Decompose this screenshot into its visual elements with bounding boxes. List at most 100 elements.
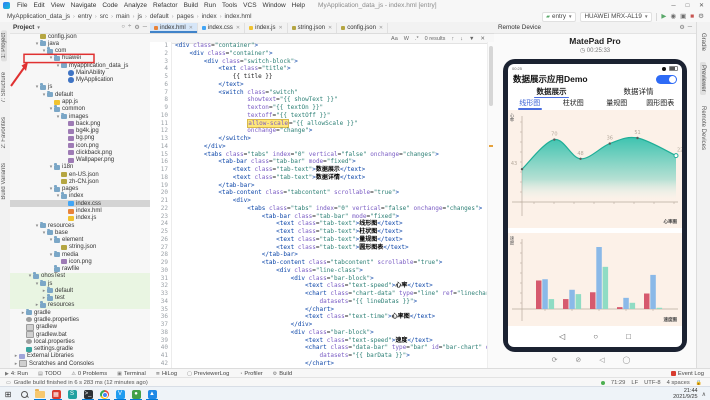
tree-item[interactable]: ▾index <box>10 193 150 200</box>
minimize-button[interactable]: ─ <box>667 1 680 11</box>
breadcrumb-segment[interactable]: MyApplication_data_js <box>6 13 71 20</box>
menu-analyze[interactable]: Analyze <box>121 2 150 9</box>
tree-item[interactable]: ▾js <box>10 84 150 91</box>
status-item[interactable]: LF <box>631 380 638 386</box>
tree-item[interactable]: ▾images <box>10 113 150 120</box>
tree-item[interactable]: ▾huawei <box>10 55 150 62</box>
breadcrumb-segment[interactable]: index <box>201 13 218 20</box>
breadcrumb-segment[interactable]: entry <box>77 13 93 20</box>
menu-code[interactable]: Code <box>99 2 121 9</box>
tree-item[interactable]: config.json <box>10 33 150 40</box>
nav-back-icon[interactable]: ◁ <box>559 332 565 341</box>
search-button[interactable] <box>16 388 32 400</box>
tree-item[interactable]: ▾java <box>10 40 150 47</box>
tree-item[interactable]: ▾default <box>10 91 150 98</box>
maximize-button[interactable]: □ <box>681 1 694 11</box>
tree-item[interactable]: ▸External Libraries <box>10 353 150 360</box>
tree-item[interactable]: index.css <box>10 200 150 207</box>
menu-view[interactable]: View <box>48 2 68 9</box>
terminal-app-icon[interactable]: >_ <box>80 388 96 400</box>
menu-help[interactable]: Help <box>289 2 308 9</box>
tree-item[interactable]: ▾pages <box>10 186 150 193</box>
tree-item[interactable]: Wallpaper.png <box>10 157 150 164</box>
find-prev-icon[interactable]: ↑ <box>450 36 455 42</box>
project-header-icon[interactable]: ─ <box>143 24 147 31</box>
editor-tab-config-json[interactable]: config.json✕ <box>337 23 388 33</box>
tree-item[interactable]: app.js <box>10 98 150 105</box>
find-option-Aa[interactable]: Aa <box>390 36 399 42</box>
tree-item[interactable]: index.hml <box>10 207 150 214</box>
toolwindow-terminal[interactable]: ▣Terminal <box>112 371 151 377</box>
tree-item[interactable]: ▸resources <box>10 302 150 309</box>
find-next-icon[interactable]: ↓ <box>459 36 464 42</box>
previewer-header-icon[interactable]: ─ <box>688 24 692 31</box>
tree-item[interactable]: gradlew <box>10 324 150 331</box>
tree-item[interactable]: ▾element <box>10 236 150 243</box>
tree-item[interactable]: ▸Scratches and Consoles <box>10 360 150 367</box>
toggle-switch[interactable] <box>656 75 677 84</box>
editor-tab-string-json[interactable]: string.json✕ <box>288 23 338 33</box>
file-explorer-icon[interactable] <box>32 388 48 400</box>
close-tab-icon[interactable]: ✕ <box>189 25 193 31</box>
chart-tab[interactable]: 圆形图表 <box>639 98 683 110</box>
scrollbar-thumb[interactable] <box>489 46 493 106</box>
run-config-select[interactable]: ▰ entry ▼ <box>542 12 576 22</box>
green-app-icon[interactable]: ● <box>128 388 144 400</box>
toolwindow-profiler[interactable]: ◔Profiler <box>234 371 267 377</box>
editor-scrollbar[interactable] <box>487 42 494 368</box>
tree-item[interactable]: settings.gradle <box>10 345 150 352</box>
find-filter-icon[interactable]: ▼ <box>468 36 475 42</box>
close-button[interactable]: ✕ <box>695 1 708 11</box>
breadcrumb-segment[interactable]: default <box>149 13 170 20</box>
tree-item[interactable]: index.js <box>10 215 150 222</box>
tree-item[interactable]: ▾js <box>10 280 150 287</box>
event-log-button[interactable]: Event Log <box>671 371 710 377</box>
menu-tools[interactable]: Tools <box>219 2 240 9</box>
tool-strip-remote-devices[interactable]: Remote Devices <box>700 103 706 153</box>
close-tab-icon[interactable]: ✕ <box>278 25 282 31</box>
teal-app-icon[interactable]: S <box>64 388 80 400</box>
line-chart[interactable]: 437048365122 <box>508 110 682 228</box>
close-tab-icon[interactable]: ✕ <box>328 25 332 31</box>
status-item[interactable]: 4 spaces <box>667 380 690 386</box>
tree-item[interactable]: ▾ohosTest <box>10 273 150 280</box>
tool-strip-gradle[interactable]: Gradle <box>700 30 706 54</box>
tree-item[interactable]: ▾resources <box>10 222 150 229</box>
chrome-icon[interactable] <box>96 388 112 400</box>
tree-item[interactable]: ▾myapplication_data_js <box>10 62 150 69</box>
tree-item[interactable]: local.properties <box>10 338 150 345</box>
tree-item[interactable]: icon.png <box>10 142 150 149</box>
chart-tab[interactable]: 线形图 <box>508 98 552 110</box>
red-app-icon[interactable]: ▦ <box>48 388 64 400</box>
menu-run[interactable]: Run <box>201 2 219 9</box>
previewer-header[interactable]: Remote Device ⚙─ <box>494 22 696 34</box>
taskbar-clock[interactable]: 21:44 2021/9/25 <box>673 388 697 400</box>
tree-item[interactable]: ▸gradle <box>10 309 150 316</box>
status-item[interactable]: UTF-8 <box>644 380 660 386</box>
toolwindow-build[interactable]: ⚙Build <box>268 371 297 377</box>
breadcrumb-segment[interactable]: src <box>99 13 109 20</box>
tree-item[interactable]: ▸default <box>10 287 150 294</box>
previewer-header-icon[interactable]: ⚙ <box>679 24 684 31</box>
tree-item[interactable]: ▾i18n <box>10 164 150 171</box>
tree-item[interactable]: icon.png <box>10 258 150 265</box>
start-button[interactable]: ⊞ <box>0 388 16 400</box>
menu-refactor[interactable]: Refactor <box>150 2 181 9</box>
menu-window[interactable]: Window <box>260 2 289 9</box>
menu-vcs[interactable]: VCS <box>240 2 259 9</box>
close-tab-icon[interactable]: ✕ <box>236 25 240 31</box>
tool-strip----favorites[interactable]: 2: Favorites <box>1 114 7 151</box>
menu-build[interactable]: Build <box>181 2 201 9</box>
code-area[interactable]: 1<div class="container">2 <div class="co… <box>150 42 488 368</box>
breadcrumb-segment[interactable]: main <box>115 13 131 20</box>
tree-item[interactable]: ▾base <box>10 229 150 236</box>
menu-edit[interactable]: Edit <box>30 2 47 9</box>
settings-icon[interactable]: ⚙ <box>698 13 704 21</box>
tool-strip----project[interactable]: 1: Project <box>1 30 7 61</box>
tool-strip----structure[interactable]: 7: Structure <box>1 69 7 106</box>
nav-home-icon[interactable]: ○ <box>593 332 598 341</box>
debug-icon[interactable]: ◉ <box>670 13 676 21</box>
toolwindow-hilog[interactable]: ≣HiLog <box>151 371 182 377</box>
app-tab[interactable]: 数据详情 <box>595 86 682 98</box>
stop-icon[interactable]: ■ <box>690 13 694 21</box>
